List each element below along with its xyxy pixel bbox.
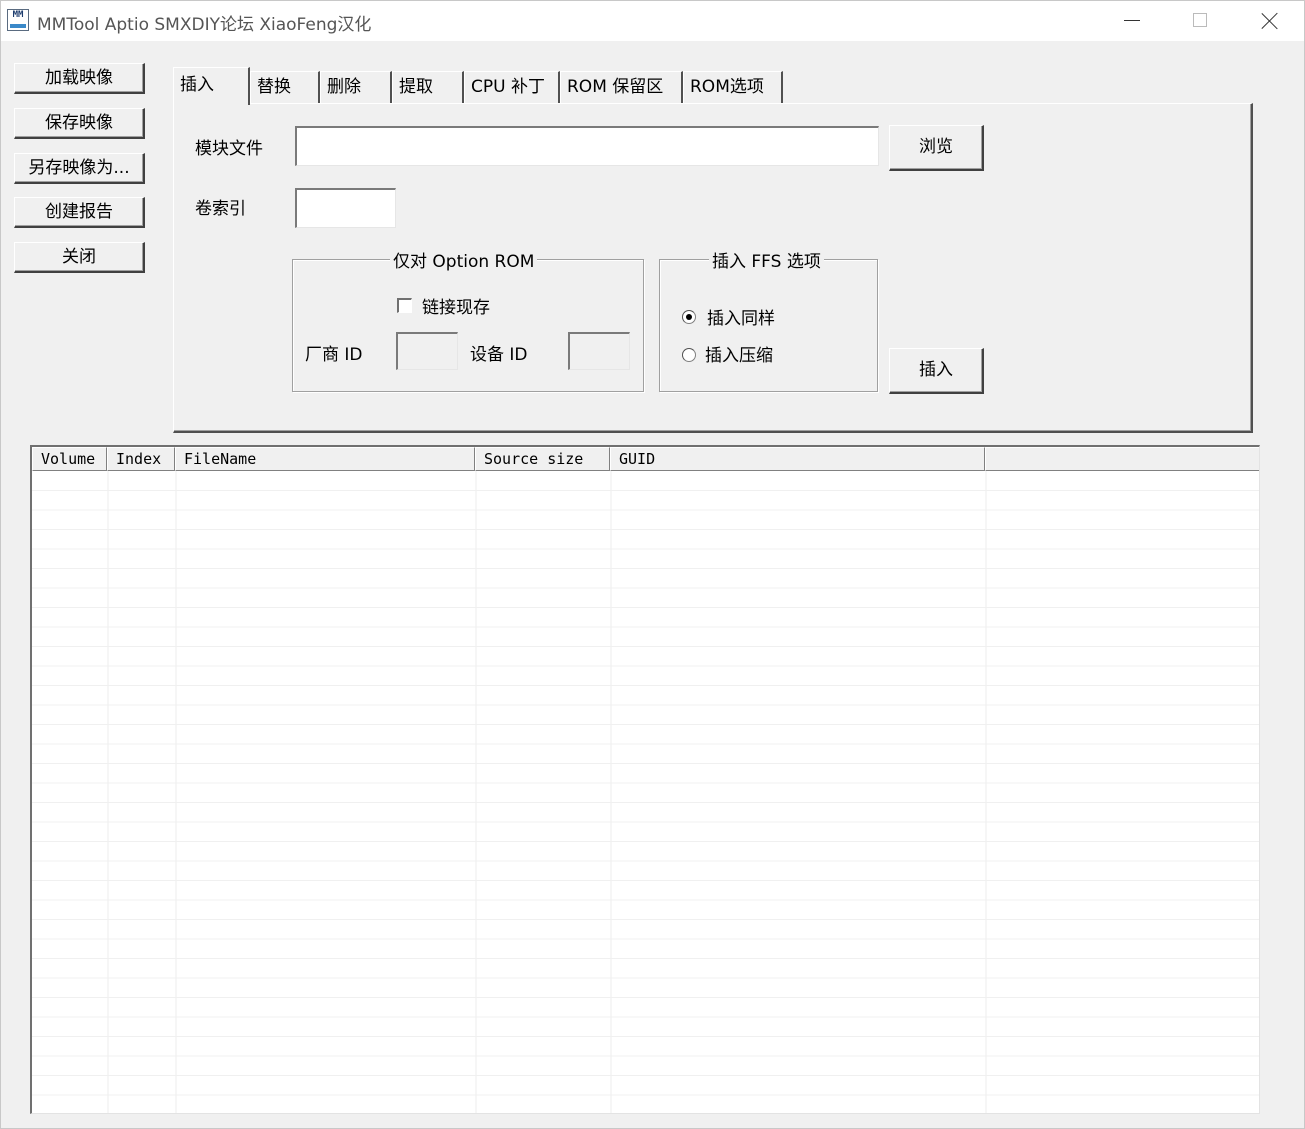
column-header-empty xyxy=(985,447,1259,471)
list-grid-lines xyxy=(32,471,1259,1113)
vendor-id-field[interactable] xyxy=(396,332,458,370)
title-bar[interactable]: MM MMTool Aptio SMXDIY论坛 XiaoFeng汉化 xyxy=(1,1,1304,41)
maximize-icon xyxy=(1193,13,1207,27)
tab-cpu-patch[interactable]: CPU 补丁 xyxy=(464,71,560,103)
column-header-index[interactable]: Index xyxy=(107,447,175,471)
insert-tab-panel: 模块文件 浏览 卷索引 仅对 Option ROM 链接现存 厂商 ID 设备 … xyxy=(173,103,1253,433)
module-file-field[interactable] xyxy=(295,126,879,166)
browse-button[interactable]: 浏览 xyxy=(889,125,984,171)
load-image-button[interactable]: 加载映像 xyxy=(14,63,145,94)
column-header-volume[interactable]: Volume xyxy=(32,447,107,471)
column-header-guid[interactable]: GUID xyxy=(610,447,985,471)
volume-index-label: 卷索引 xyxy=(195,199,246,219)
link-present-label: 链接现存 xyxy=(422,298,490,318)
app-icon-text: MM xyxy=(12,10,24,20)
insert-ffs-options-title: 插入 FFS 选项 xyxy=(709,247,824,272)
device-id-field[interactable] xyxy=(568,332,630,370)
main-window: MM MMTool Aptio SMXDIY论坛 XiaoFeng汉化 加载映像… xyxy=(0,0,1305,1129)
maximize-button[interactable] xyxy=(1166,1,1235,41)
create-report-button[interactable]: 创建报告 xyxy=(14,197,145,228)
link-present-checkbox[interactable] xyxy=(397,298,412,313)
close-icon xyxy=(1261,12,1279,30)
mmtool-app-icon[interactable]: MM xyxy=(7,9,29,31)
insert-compressed-radio[interactable] xyxy=(682,348,696,362)
column-header-source-size[interactable]: Source size xyxy=(475,447,610,471)
tab-extract[interactable]: 提取 xyxy=(392,71,464,103)
insert-compressed-label: 插入压缩 xyxy=(705,346,773,366)
close-button[interactable]: 关闭 xyxy=(14,242,145,273)
tab-insert[interactable]: 插入 xyxy=(173,67,250,105)
save-image-button[interactable]: 保存映像 xyxy=(14,108,145,139)
device-id-label: 设备 ID xyxy=(470,345,528,365)
insert-same-radio[interactable] xyxy=(682,310,696,324)
save-image-as-button[interactable]: 另存映像为... xyxy=(14,153,145,184)
minimize-button[interactable] xyxy=(1097,1,1166,41)
tab-delete[interactable]: 删除 xyxy=(320,71,392,103)
tab-replace[interactable]: 替换 xyxy=(250,71,320,103)
insert-button[interactable]: 插入 xyxy=(889,348,984,394)
tab-rom-hole[interactable]: ROM 保留区 xyxy=(560,71,683,103)
close-window-button[interactable] xyxy=(1235,1,1304,41)
module-list[interactable]: Volume Index FileName Source size GUID xyxy=(30,445,1260,1114)
column-header-filename[interactable]: FileName xyxy=(175,447,475,471)
volume-index-field[interactable] xyxy=(295,188,396,228)
insert-same-label: 插入同样 xyxy=(707,309,775,329)
option-rom-group: 仅对 Option ROM 链接现存 厂商 ID 设备 ID xyxy=(292,247,644,392)
module-file-label: 模块文件 xyxy=(195,139,263,159)
window-title: MMTool Aptio SMXDIY论坛 XiaoFeng汉化 xyxy=(37,15,372,35)
option-rom-group-title: 仅对 Option ROM xyxy=(390,247,538,272)
tab-rom-options[interactable]: ROM选项 xyxy=(683,71,783,103)
minimize-icon xyxy=(1124,20,1140,21)
insert-ffs-options-group: 插入 FFS 选项 插入同样 插入压缩 xyxy=(659,247,878,392)
vendor-id-label: 厂商 ID xyxy=(305,345,363,365)
